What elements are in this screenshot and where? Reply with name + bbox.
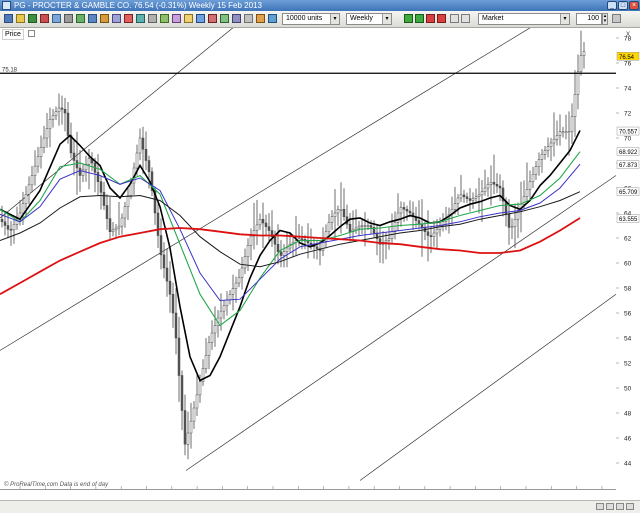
value-badge-label: 63.555 (619, 217, 638, 223)
layout-icon[interactable] (244, 14, 253, 23)
price-axis-label: 44 (624, 461, 632, 468)
settings-icon[interactable] (64, 14, 73, 23)
text-icon[interactable] (148, 14, 157, 23)
price-axis-label: 70 (624, 136, 632, 143)
quantity-value: 10000 units (286, 15, 323, 22)
chevron-down-icon: ▾ (330, 14, 339, 24)
price-axis-label: 50 (624, 386, 632, 393)
close-button[interactable]: × (629, 1, 639, 10)
toolbar: 10000 units ▾ Weekly ▾ Market ▾ 100 ▴ ▾ (0, 11, 640, 28)
price-axis-label: 46 (624, 436, 632, 443)
price-axis-label: 74 (624, 86, 632, 93)
minimize-button[interactable]: _ (607, 1, 617, 10)
channel-icon[interactable] (160, 14, 169, 23)
panel-options-toggle[interactable] (28, 30, 35, 37)
value-badge-label: 65.709 (619, 190, 638, 196)
price-axis-label: 76 (624, 61, 632, 68)
app-icon (2, 1, 11, 10)
amount-value: 100 (587, 15, 599, 22)
arrow-icon[interactable] (184, 14, 193, 23)
sell-limit-icon[interactable] (437, 14, 446, 23)
value-badge-label: 70.557 (619, 130, 638, 136)
order-book-icon[interactable] (450, 14, 459, 23)
scroll-left-button[interactable] (596, 503, 604, 510)
template-icon[interactable] (256, 14, 265, 23)
price-axis-label: 48 (624, 411, 632, 418)
window-titlebar: PG - PROCTER & GAMBLE CO. 76.54 (-0.31%)… (0, 0, 640, 11)
delete-icon[interactable] (208, 14, 217, 23)
redo-icon[interactable] (232, 14, 241, 23)
status-bar (0, 500, 640, 513)
value-badge-label: 67.873 (619, 163, 638, 169)
alert-icon[interactable] (76, 14, 85, 23)
sell-icon[interactable] (426, 14, 435, 23)
price-axis-label: 56 (624, 311, 632, 318)
drawing-icon[interactable] (40, 14, 49, 23)
print-icon[interactable] (88, 14, 97, 23)
scroll-right-button[interactable] (606, 503, 614, 510)
trendline-icon[interactable] (124, 14, 133, 23)
fibonacci-icon[interactable] (136, 14, 145, 23)
maximize-button[interactable]: □ (618, 1, 628, 10)
copyright-note: © ProRealTime.com Data is end of day (4, 482, 109, 488)
chart-menu-icon[interactable] (4, 14, 13, 23)
panel-close-icon[interactable]: x (626, 29, 630, 38)
price-axis-label: 62 (624, 236, 632, 243)
chevron-down-icon: ▾ (560, 14, 569, 24)
price-axis: 444648505254565860626466687072747678 (616, 36, 632, 468)
zoom-in-button[interactable] (626, 503, 634, 510)
order-type-select[interactable]: Market ▾ (478, 13, 570, 25)
chevron-down-icon: ▾ (382, 14, 391, 24)
price-axis-label: 72 (624, 111, 632, 118)
buy-icon[interactable] (404, 14, 413, 23)
window-title: PG - PROCTER & GAMBLE CO. 76.54 (-0.31%)… (14, 1, 262, 10)
magnet-icon[interactable] (196, 14, 205, 23)
price-axis-label: 54 (624, 336, 632, 343)
amount-stepper[interactable]: ▴ ▾ (602, 13, 608, 25)
price-axis-label: 52 (624, 361, 632, 368)
timeframe-value: Weekly (350, 15, 373, 22)
undo-icon[interactable] (220, 14, 229, 23)
amount-input[interactable]: 100 (576, 13, 602, 25)
options-icon[interactable] (612, 14, 621, 23)
price-axis-label: 60 (624, 261, 632, 268)
link-icon[interactable] (268, 14, 277, 23)
zoom-out-button[interactable] (616, 503, 624, 510)
folder-icon[interactable] (16, 14, 25, 23)
price-axis-label: 58 (624, 286, 632, 293)
crosshair-icon[interactable] (112, 14, 121, 23)
zoom-icon[interactable] (52, 14, 61, 23)
quantity-select[interactable]: 10000 units ▾ (282, 13, 340, 25)
value-badge-label: 68.922 (619, 150, 638, 156)
indicator-icon[interactable] (28, 14, 37, 23)
rectangle-icon[interactable] (172, 14, 181, 23)
positions-icon[interactable] (461, 14, 470, 23)
order-type-value: Market (482, 15, 504, 22)
timeframe-select[interactable]: Weekly ▾ (346, 13, 392, 25)
value-badge-label: 76.54 (619, 55, 635, 61)
price-panel-label: Price (2, 29, 24, 40)
plot-area (0, 28, 616, 490)
buy-limit-icon[interactable] (415, 14, 424, 23)
screener-icon[interactable] (100, 14, 109, 23)
